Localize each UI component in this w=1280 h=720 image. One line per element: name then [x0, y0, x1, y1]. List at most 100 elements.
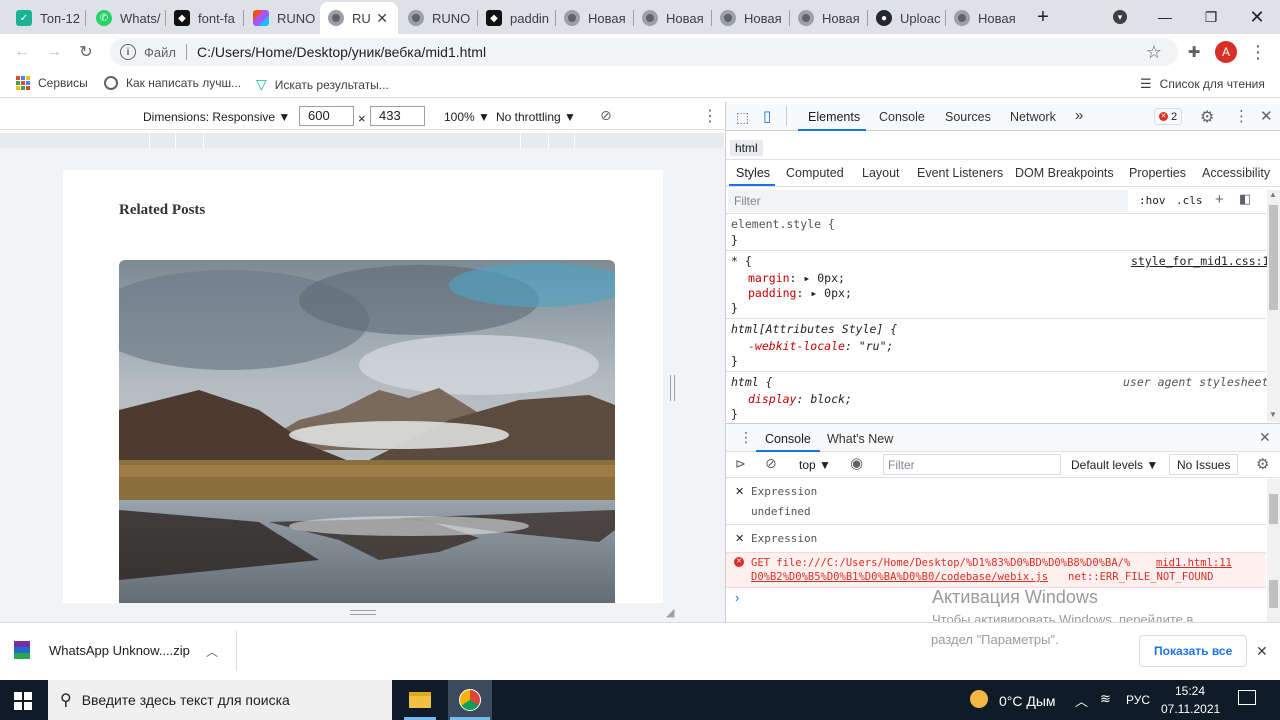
devtools-menu-icon[interactable]: ⋮ [1234, 107, 1249, 125]
drawer-menu-icon[interactable]: ⋮ [739, 429, 753, 446]
remove-expression-icon[interactable]: ✕ [735, 532, 744, 545]
context-select[interactable]: top ▼ [799, 458, 831, 472]
tab-elements[interactable]: Elements [808, 110, 860, 124]
weather-text[interactable]: 0°C Дым [999, 693, 1056, 709]
throttling-dropdown[interactable]: No throttling ▼ [496, 110, 576, 124]
show-all-downloads-button[interactable]: Показать все [1139, 635, 1248, 667]
minimize-icon[interactable]: — [1142, 0, 1188, 34]
subtab-layout[interactable]: Layout [862, 166, 900, 180]
avatar[interactable]: A [1212, 38, 1240, 66]
live-expression-2[interactable]: Expression [751, 532, 817, 545]
subtab-dom-breakpoints[interactable]: DOM Breakpoints [1015, 166, 1114, 180]
tab-12[interactable]: ● Uploac [868, 2, 946, 34]
toggle-sidebar-icon[interactable]: ◧ [1239, 191, 1251, 207]
new-rule-icon[interactable]: + [1215, 191, 1224, 208]
drawer-tab-console[interactable]: Console [765, 432, 811, 446]
tab-sources[interactable]: Sources [945, 110, 991, 124]
bookmark-star-icon[interactable]: ☆ [1140, 38, 1168, 66]
new-tab-button[interactable]: + [1026, 0, 1060, 34]
tray-chevron-icon[interactable]: ︿ [1075, 691, 1088, 710]
close-tab-icon[interactable]: ✕ [376, 10, 388, 27]
error-counter[interactable]: ✕ 2 [1154, 108, 1183, 125]
rotate-icon[interactable]: ⊘ [600, 107, 612, 124]
device-menu-icon[interactable]: ⋮ [702, 106, 718, 126]
close-devtools-icon[interactable]: ✕ [1260, 107, 1273, 125]
scroll-down-icon[interactable]: ▼ [1269, 410, 1277, 419]
tab-7[interactable]: ◆ paddin [478, 2, 556, 34]
file-explorer-icon[interactable] [400, 680, 440, 720]
back-icon[interactable]: ← [8, 38, 36, 66]
tab-9[interactable]: Новая [634, 2, 712, 34]
subtab-computed[interactable]: Computed [786, 166, 844, 180]
notifications-icon[interactable] [1238, 690, 1256, 705]
tab-13[interactable]: Новая [946, 2, 1024, 34]
height-input[interactable]: 433 [370, 106, 425, 126]
tab-console[interactable]: Console [879, 110, 925, 124]
tab-3[interactable]: ◆ font-fa [166, 2, 244, 34]
log-levels-dropdown[interactable]: Default levels ▼ [1071, 458, 1158, 472]
windows-start-icon[interactable] [14, 692, 32, 710]
weather-sun-icon[interactable] [970, 690, 988, 708]
error-source-link[interactable]: mid1.html:11 [1156, 557, 1232, 569]
drawer-tab-whats-new[interactable]: What's New [827, 432, 893, 446]
reading-list[interactable]: ☰ Список для чтения [1140, 76, 1265, 92]
reload-icon[interactable]: ↻ [72, 38, 100, 66]
settings-gear-icon[interactable]: ⚙ [1200, 107, 1214, 127]
tab-10[interactable]: Новая [712, 2, 790, 34]
tab-search-icon[interactable]: ▾ [1100, 0, 1140, 34]
address-bar[interactable]: i Файл C:/Users/Home/Desktop/уник/вебка/… [110, 38, 1178, 66]
bookmark-2[interactable]: ▽ Искать результаты... [256, 76, 389, 93]
tab-network[interactable]: Network [1010, 110, 1056, 124]
language-indicator[interactable]: РУС [1126, 693, 1150, 707]
chrome-taskbar-icon[interactable] [448, 680, 492, 720]
live-expression-eye-icon[interactable]: ◉ [850, 454, 863, 472]
clock-date[interactable]: 07.11.2021 [1161, 702, 1220, 716]
live-expression-1[interactable]: Expression [751, 485, 817, 498]
tab-4[interactable]: RUNO [245, 2, 323, 34]
taskbar-search[interactable]: ⚲ Введите здесь текст для поиска [48, 680, 392, 720]
menu-kebab-icon[interactable]: ⋮ [1244, 38, 1272, 66]
console-prompt[interactable]: › [735, 590, 739, 605]
tab-5-active[interactable]: RU ✕ [320, 2, 398, 34]
issues-button[interactable]: No Issues [1169, 454, 1239, 475]
resize-corner-icon[interactable]: ◢ [666, 606, 674, 619]
css-prop-margin[interactable]: margin [748, 271, 790, 285]
cls-toggle[interactable]: .cls [1176, 194, 1203, 207]
media-query-ruler[interactable] [0, 133, 725, 148]
subtab-event-listeners[interactable]: Event Listeners [917, 166, 1003, 180]
stylesheet-link[interactable]: style_for_mid1.css:1 [1131, 254, 1269, 268]
rule-html-ua[interactable]: html { [731, 375, 773, 389]
resize-handle-bottom[interactable] [350, 610, 376, 615]
download-item[interactable]: WhatsApp Unknow....zip [14, 641, 190, 659]
device-mode-icon[interactable]: ▯ [763, 107, 771, 125]
close-download-bar-icon[interactable]: ✕ [1256, 643, 1268, 660]
info-icon[interactable]: i [120, 44, 136, 60]
rule-element-style[interactable]: element.style { [731, 217, 835, 231]
wifi-icon[interactable]: ≋ [1100, 691, 1111, 707]
resize-handle-right[interactable] [670, 375, 675, 401]
close-window-icon[interactable]: ✕ [1234, 0, 1280, 34]
styles-filter-input[interactable] [728, 190, 1128, 212]
width-input[interactable]: 600 [299, 106, 354, 126]
dimensions-dropdown[interactable]: Dimensions: Responsive ▼ [143, 110, 290, 124]
extensions-icon[interactable]: ✚ [1180, 38, 1208, 66]
zoom-dropdown[interactable]: 100% ▼ [444, 110, 490, 124]
subtab-accessibility[interactable]: Accessibility [1202, 166, 1270, 180]
download-options-chevron-icon[interactable]: ︿ [206, 643, 218, 660]
tab-1[interactable]: ✓ Топ-12 [8, 2, 86, 34]
tab-8[interactable]: Новая [556, 2, 634, 34]
inspect-icon[interactable]: ⬚ [736, 109, 749, 126]
subtab-properties[interactable]: Properties [1129, 166, 1186, 180]
bookmark-apps[interactable]: Сервисы [16, 76, 88, 90]
tab-11[interactable]: Новая [790, 2, 868, 34]
rule-universal[interactable]: * { [731, 254, 752, 268]
tab-6[interactable]: RUNO [400, 2, 478, 34]
clock-time[interactable]: 15:24 [1175, 684, 1205, 698]
console-sidebar-icon[interactable]: ⊳ [735, 456, 746, 472]
scroll-up-icon[interactable]: ▲ [1269, 190, 1277, 199]
clear-console-icon[interactable]: ⊘ [765, 455, 777, 472]
breadcrumb-html[interactable]: html [730, 140, 763, 156]
restore-icon[interactable]: ❐ [1188, 0, 1234, 34]
close-drawer-icon[interactable]: ✕ [1259, 429, 1271, 446]
hov-toggle[interactable]: :hov [1139, 194, 1166, 207]
